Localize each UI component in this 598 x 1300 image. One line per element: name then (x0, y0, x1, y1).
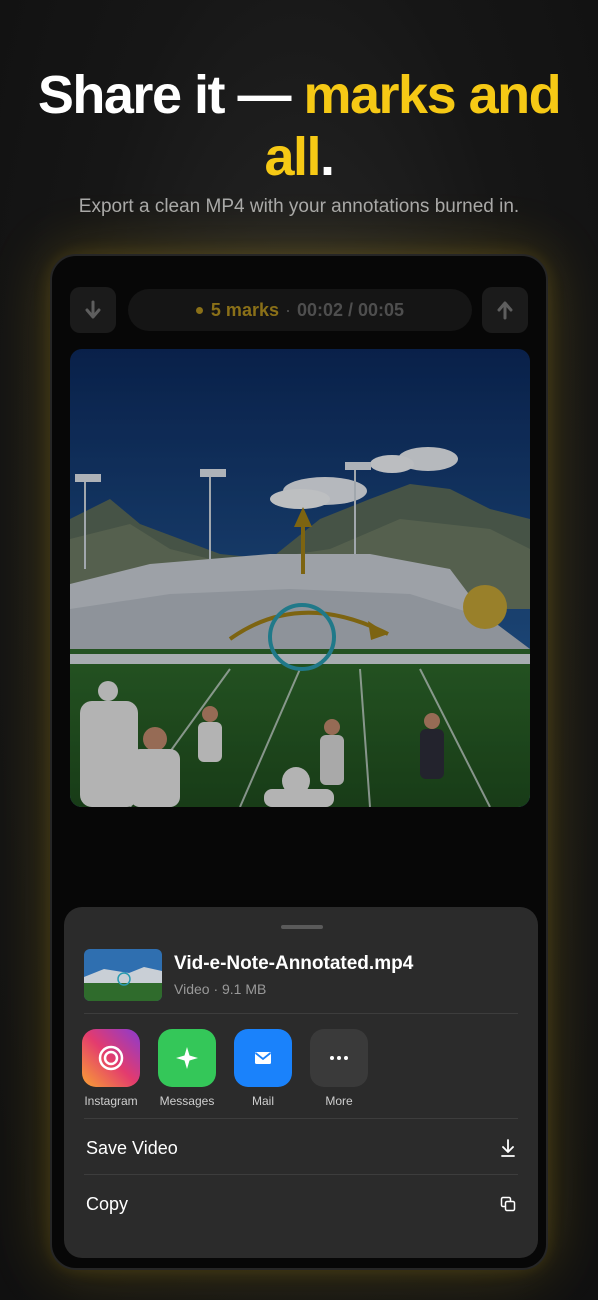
marks-count: 5 marks (210, 299, 279, 320)
phone-frame: 5 marks · 00:02 / 00:05 Vid-e-Note-Annot… (50, 254, 548, 1270)
save-video-label: Save Video (86, 1137, 178, 1158)
save-video-button[interactable]: Save Video (86, 1122, 516, 1174)
headline-end: . (320, 127, 335, 187)
status-pill: 5 marks · 00:02 / 00:05 (128, 289, 472, 331)
mail-icon (234, 1029, 292, 1087)
instagram-icon (82, 1029, 140, 1087)
arrow-up-icon (497, 301, 513, 320)
file-meta: Video · 9.1 MB (174, 981, 267, 997)
app-label: Messages (159, 1094, 215, 1108)
divider (84, 1118, 518, 1119)
marks-dot (195, 306, 203, 314)
status-separator: · (284, 299, 291, 320)
sheet-grabber[interactable] (281, 925, 323, 929)
download-icon (501, 1139, 515, 1157)
app-label: Instagram (84, 1094, 138, 1108)
playback-time: 00:02 / 00:05 (296, 299, 405, 320)
file-thumbnail (84, 949, 162, 1001)
share-app-instagram[interactable]: Instagram (82, 1029, 140, 1108)
download-button[interactable] (70, 287, 116, 333)
divider (84, 1013, 518, 1014)
share-sheet: Vid-e-Note-Annotated.mp4 Video · 9.1 MB … (64, 907, 538, 1258)
copy-icon (500, 1196, 516, 1212)
copy-label: Copy (86, 1193, 129, 1214)
share-apps: Instagram Messages Mail More (82, 1029, 368, 1108)
file-name: Vid-e-Note-Annotated.mp4 (174, 953, 414, 974)
file-preview: Vid-e-Note-Annotated.mp4 Video · 9.1 MB (84, 945, 520, 1005)
share-app-messages[interactable]: Messages (158, 1029, 216, 1108)
share-app-mail[interactable]: Mail (234, 1029, 292, 1108)
copy-button[interactable]: Copy (86, 1178, 516, 1230)
app-label: More (325, 1094, 353, 1108)
headline-accent: marks and all (264, 65, 561, 187)
video-stadium-image (70, 349, 530, 807)
subtitle: Export a clean MP4 with your annotations… (78, 196, 520, 217)
messages-icon (158, 1029, 216, 1087)
share-app-more[interactable]: More (310, 1029, 368, 1108)
headline: Share it — marks and all. (0, 64, 598, 188)
app-label: Mail (251, 1094, 274, 1108)
share-button[interactable] (482, 287, 528, 333)
divider (84, 1174, 518, 1175)
more-icon (310, 1029, 368, 1087)
video-frame[interactable] (70, 349, 530, 807)
arrow-down-icon (85, 300, 101, 319)
headline-part1: Share it — (37, 65, 304, 125)
